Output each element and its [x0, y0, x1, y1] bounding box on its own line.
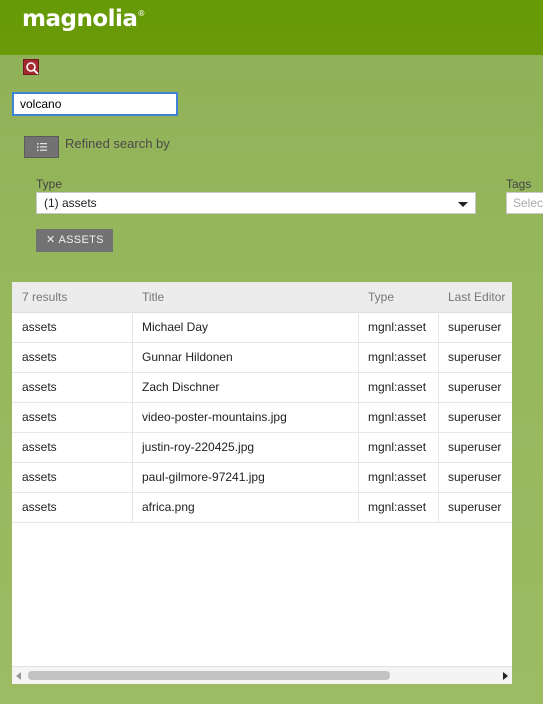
chevron-down-icon — [458, 202, 468, 207]
row-type: mgnl:asset — [368, 470, 427, 484]
filter-toggle-button[interactable] — [24, 136, 59, 158]
table-row[interactable]: assets justin-roy-220425.jpg mgnl:asset … — [12, 432, 512, 463]
row-title: Gunnar Hildonen — [142, 350, 233, 364]
scroll-left-arrow-icon[interactable] — [16, 672, 21, 680]
row-type: mgnl:asset — [368, 500, 427, 514]
row-workspace: assets — [22, 320, 57, 334]
scroll-right-arrow-icon[interactable] — [503, 672, 508, 680]
type-filter-label: Type — [36, 177, 63, 191]
row-last-editor: superuser — [448, 440, 502, 454]
row-workspace: assets — [22, 350, 57, 364]
row-type: mgnl:asset — [368, 410, 427, 424]
row-title: Zach Dischner — [142, 380, 220, 394]
logo-text: magnolia — [22, 6, 138, 32]
row-workspace: assets — [22, 410, 57, 424]
row-workspace: assets — [22, 380, 57, 394]
row-last-editor: superuser — [448, 320, 502, 334]
chip-label: ASSETS — [58, 234, 104, 246]
app-header: magnolia® — [0, 0, 543, 55]
table-row[interactable]: assets africa.png mgnl:asset superuser — [12, 492, 512, 523]
row-last-editor: superuser — [448, 410, 502, 424]
type-filter-value: (1) assets — [44, 196, 97, 210]
column-divider — [132, 312, 133, 522]
row-title: Michael Day — [142, 320, 209, 334]
scrollbar-thumb[interactable] — [28, 671, 390, 680]
row-workspace: assets — [22, 500, 57, 514]
table-row[interactable]: assets Gunnar Hildonen mgnl:asset superu… — [12, 342, 512, 373]
type-filter-select[interactable]: (1) assets — [36, 192, 476, 214]
column-header-type[interactable]: Type — [368, 282, 394, 312]
column-header-title[interactable]: Title — [142, 282, 164, 312]
results-grid: 7 results Title Type Last Editor assets … — [12, 282, 512, 684]
search-input[interactable] — [12, 92, 178, 116]
search-button[interactable] — [23, 59, 39, 75]
row-title: justin-roy-220425.jpg — [142, 440, 255, 454]
row-last-editor: superuser — [448, 470, 502, 484]
row-workspace: assets — [22, 470, 57, 484]
search-icon — [26, 62, 39, 75]
row-type: mgnl:asset — [368, 320, 427, 334]
column-divider — [438, 312, 439, 522]
row-workspace: assets — [22, 440, 57, 454]
row-type: mgnl:asset — [368, 380, 427, 394]
column-header-last-editor[interactable]: Last Editor — [448, 282, 505, 312]
grid-header: 7 results Title Type Last Editor — [12, 282, 512, 313]
row-title: paul-gilmore-97241.jpg — [142, 470, 265, 484]
table-row[interactable]: assets Zach Dischner mgnl:asset superuse… — [12, 372, 512, 403]
row-type: mgnl:asset — [368, 440, 427, 454]
refined-search-label: Refined search by — [65, 136, 170, 151]
tags-filter-select[interactable]: Select — [506, 192, 543, 214]
tags-filter-label: Tags — [506, 177, 532, 191]
table-row[interactable]: assets video-poster-mountains.jpg mgnl:a… — [12, 402, 512, 433]
horizontal-scrollbar[interactable] — [12, 666, 512, 684]
table-row[interactable]: assets Michael Day mgnl:asset superuser — [12, 312, 512, 343]
row-last-editor: superuser — [448, 380, 502, 394]
list-icon — [36, 143, 47, 152]
row-title: africa.png — [142, 500, 195, 514]
column-divider — [358, 312, 359, 522]
close-icon[interactable]: ✕ — [46, 234, 56, 246]
column-header-count[interactable]: 7 results — [22, 282, 67, 312]
magnolia-logo[interactable]: magnolia® — [22, 6, 145, 32]
active-filter-chip[interactable]: ✕ ASSETS — [36, 229, 113, 252]
tags-filter-placeholder: Select — [513, 196, 543, 210]
logo-registered-mark: ® — [137, 9, 145, 18]
row-last-editor: superuser — [448, 350, 502, 364]
table-row[interactable]: assets paul-gilmore-97241.jpg mgnl:asset… — [12, 462, 512, 493]
row-type: mgnl:asset — [368, 350, 427, 364]
row-title: video-poster-mountains.jpg — [142, 410, 287, 424]
row-last-editor: superuser — [448, 500, 502, 514]
